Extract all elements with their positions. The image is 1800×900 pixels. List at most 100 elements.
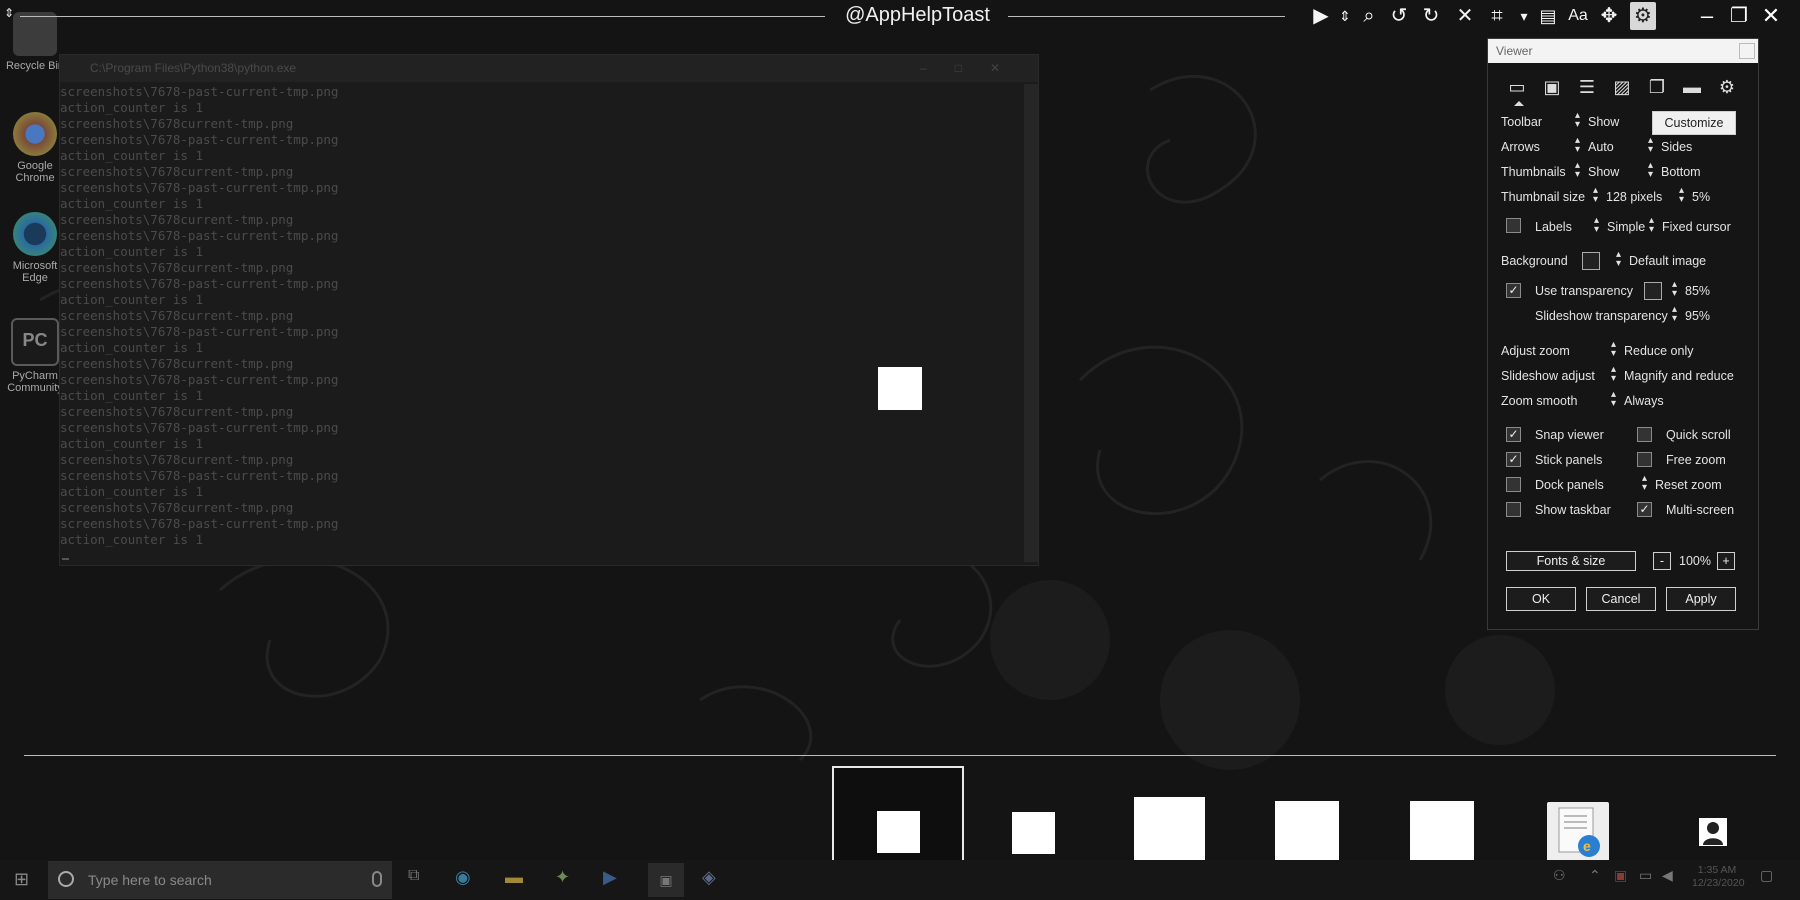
fonts-size-button[interactable]: Fonts & size — [1506, 551, 1636, 571]
search-icon[interactable]: ⌕ — [1356, 2, 1382, 30]
crop-icon[interactable]: ⌗ — [1484, 2, 1510, 30]
console-line: action_counter is 1 — [60, 436, 203, 451]
apply-button[interactable]: Apply — [1666, 587, 1736, 611]
console-window-controls[interactable]: –□✕ — [920, 55, 1028, 82]
adjust-zoom-value[interactable]: Reduce only — [1611, 339, 1693, 359]
background-color-swatch[interactable] — [1582, 252, 1600, 270]
taskbar-search-box[interactable]: Type here to search — [48, 861, 392, 899]
taskbar-clock[interactable]: 1:35 AM 12/23/2020 — [1692, 864, 1745, 890]
panel-titlebar[interactable]: Viewer — [1488, 39, 1758, 63]
task-view-icon[interactable]: ⧉ — [408, 867, 419, 885]
tab-list-icon[interactable]: ☰ — [1575, 75, 1599, 99]
slideshow-adjust-value[interactable]: Magnify and reduce — [1611, 364, 1734, 384]
quick-scroll-checkbox[interactable] — [1637, 427, 1652, 442]
thumbnails-position[interactable]: Bottom — [1648, 160, 1700, 180]
thumbnail-4[interactable] — [1275, 801, 1339, 865]
stick-panels-checkbox[interactable]: ✓ — [1506, 452, 1521, 467]
labels-value[interactable]: Simple — [1594, 215, 1645, 235]
close-icon[interactable]: ✕ — [1452, 2, 1478, 30]
edge-taskbar-icon[interactable]: ◉ — [455, 867, 471, 888]
labels-label: Labels — [1535, 220, 1572, 234]
tab-folder-icon[interactable]: ▬ — [1680, 75, 1704, 99]
console-line: action_counter is 1 — [60, 484, 203, 499]
zoom-plus-button[interactable]: + — [1717, 552, 1735, 570]
console-line: action_counter is 1 — [60, 148, 203, 163]
user-avatar-icon[interactable] — [1699, 818, 1727, 846]
ok-button[interactable]: OK — [1506, 587, 1576, 611]
thumbnail-size-percent[interactable]: 5% — [1679, 185, 1710, 205]
customize-button[interactable]: Customize — [1652, 111, 1736, 135]
show-taskbar-checkbox[interactable] — [1506, 502, 1521, 517]
updown-icon[interactable]: ⇕ — [1336, 2, 1354, 30]
network-icon[interactable]: ▭ — [1639, 867, 1652, 884]
free-zoom-checkbox[interactable] — [1637, 452, 1652, 467]
console-line: screenshots\7678current-tmp.png — [60, 356, 294, 371]
use-transparency-checkbox[interactable]: ✓ — [1506, 283, 1521, 298]
console-line: screenshots\7678-past-current-tmp.png — [60, 84, 339, 99]
play-icon[interactable]: ▶ — [1308, 2, 1334, 30]
store-icon[interactable]: ✦ — [555, 867, 570, 888]
settings-icon[interactable]: ⚙ — [1630, 2, 1656, 30]
updown-arrow-icon[interactable]: ⇕ — [4, 6, 14, 20]
dropdown-icon[interactable]: ▾ — [1514, 2, 1534, 30]
transparency-value[interactable]: 85% — [1672, 279, 1710, 299]
panel-close-icon[interactable] — [1739, 43, 1755, 59]
close-window-icon[interactable]: ✕ — [1758, 2, 1784, 30]
rotate-left-icon[interactable]: ↺ — [1386, 2, 1412, 30]
notification-icon[interactable]: ▢ — [1760, 867, 1773, 884]
console-title: C:\Program Files\Python38\python.exe — [90, 61, 297, 75]
restore-icon[interactable]: ❐ — [1726, 2, 1752, 30]
console-window[interactable]: C:\Program Files\Python38\python.exe –□✕… — [59, 54, 1039, 566]
thumbnail-document-icon[interactable]: e — [1547, 802, 1609, 864]
font-icon[interactable]: Aa — [1564, 2, 1592, 30]
main-image[interactable] — [878, 367, 922, 410]
thumbnail-2[interactable] — [1012, 812, 1055, 854]
python-taskbar-icon[interactable]: ◈ — [702, 867, 716, 888]
people-icon[interactable]: ⚇ — [1553, 867, 1566, 884]
tab-viewer-icon[interactable]: ▭ — [1505, 75, 1529, 99]
fixed-cursor-option[interactable]: Fixed cursor — [1649, 215, 1731, 235]
reset-zoom-option[interactable]: Reset zoom — [1642, 473, 1722, 493]
minimize-icon[interactable]: – — [1694, 2, 1720, 30]
snap-viewer-checkbox[interactable]: ✓ — [1506, 427, 1521, 442]
zoom-smooth-value[interactable]: Always — [1611, 389, 1663, 409]
file-explorer-icon[interactable]: ▬ — [505, 867, 523, 888]
cancel-button[interactable]: Cancel — [1586, 587, 1656, 611]
viewer-app-taskbar-icon[interactable]: ▣ — [648, 863, 684, 897]
tab-settings-icon[interactable]: ⚙ — [1715, 75, 1739, 99]
zoom-minus-button[interactable]: - — [1653, 552, 1671, 570]
powershell-icon[interactable]: ▶ — [603, 867, 617, 888]
tab-windows-icon[interactable]: ❐ — [1645, 75, 1669, 99]
console-line: screenshots\7678-past-current-tmp.png — [60, 324, 339, 339]
thumbnail-5[interactable] — [1410, 801, 1474, 865]
multi-screen-checkbox[interactable]: ✓ — [1637, 502, 1652, 517]
thumbnails-value[interactable]: Show — [1575, 160, 1619, 180]
tray-chevron-icon[interactable]: ⌃ — [1589, 867, 1601, 884]
tab-image-icon[interactable]: ▨ — [1610, 75, 1634, 99]
move-icon[interactable]: ✥ — [1596, 2, 1622, 30]
tray-app-icon[interactable]: ▣ — [1614, 867, 1627, 884]
console-titlebar[interactable]: C:\Program Files\Python38\python.exe –□✕ — [60, 55, 1038, 82]
volume-icon[interactable]: ◀ — [1662, 867, 1673, 884]
start-windows-icon[interactable]: ⊞ — [14, 869, 29, 890]
dock-panels-checkbox[interactable] — [1506, 477, 1521, 492]
console-line: action_counter is 1 — [60, 244, 203, 259]
toolbar-value[interactable]: Show — [1575, 110, 1619, 130]
rotate-right-icon[interactable]: ↻ — [1418, 2, 1444, 30]
thumbnail-size-value[interactable]: 128 pixels — [1593, 185, 1662, 205]
thumbnail-3[interactable] — [1134, 797, 1205, 867]
microphone-icon[interactable] — [372, 871, 382, 887]
arrows-value[interactable]: Auto — [1575, 135, 1614, 155]
arrows-position[interactable]: Sides — [1648, 135, 1692, 155]
tab-files-icon[interactable]: ▣ — [1540, 75, 1564, 99]
console-line: screenshots\7678current-tmp.png — [60, 404, 294, 419]
slideshow-transparency-value[interactable]: 95% — [1672, 304, 1710, 324]
document-icon[interactable]: ▤ — [1536, 2, 1560, 30]
adjust-zoom-label: Adjust zoom — [1501, 344, 1570, 358]
chrome-icon — [13, 112, 57, 156]
background-value[interactable]: Default image — [1616, 249, 1706, 269]
labels-checkbox[interactable] — [1506, 218, 1521, 233]
console-scrollbar[interactable] — [1024, 84, 1038, 562]
title-divider-right — [1008, 16, 1285, 17]
transparency-color-swatch[interactable] — [1644, 282, 1662, 300]
